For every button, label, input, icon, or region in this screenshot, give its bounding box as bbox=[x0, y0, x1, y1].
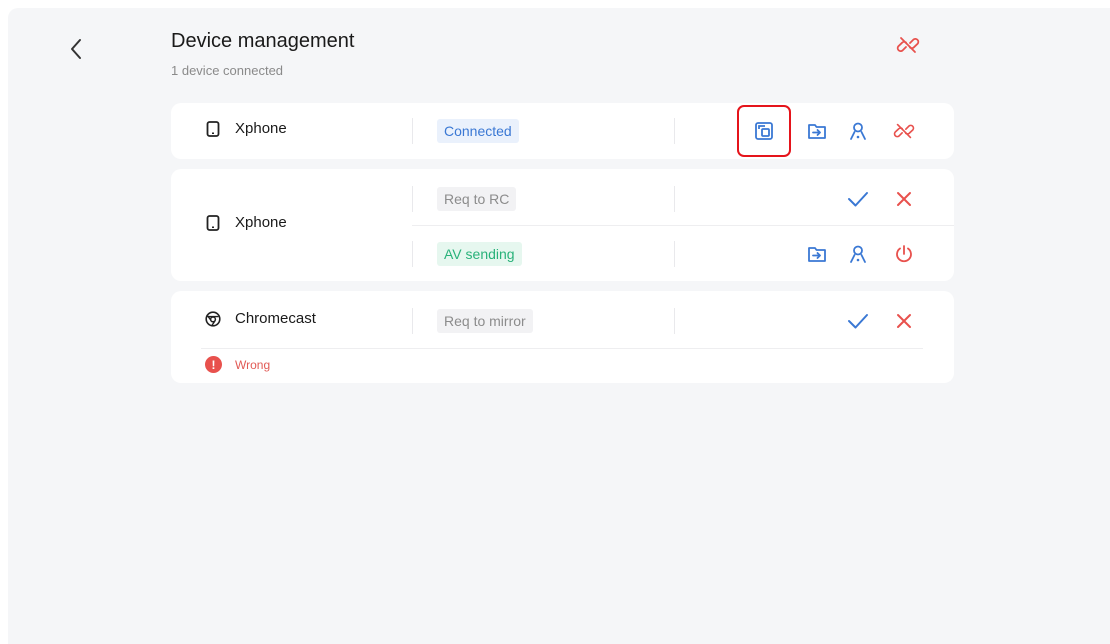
power-button[interactable] bbox=[887, 237, 921, 271]
user-control-icon bbox=[850, 122, 866, 140]
device-label: Xphone bbox=[205, 120, 287, 137]
link-off-icon bbox=[896, 37, 920, 53]
status-badge: AV sending bbox=[437, 242, 522, 266]
device-label: Chromecast bbox=[205, 310, 316, 327]
divider bbox=[412, 241, 413, 267]
chromecast-icon bbox=[205, 310, 221, 327]
device-label: Xphone bbox=[205, 214, 287, 231]
page-title: Device management bbox=[171, 30, 355, 52]
user-control-button[interactable] bbox=[841, 114, 875, 148]
chevron-left-icon bbox=[71, 39, 81, 59]
screen-mirror-button[interactable] bbox=[737, 105, 791, 157]
link-off-icon bbox=[893, 123, 915, 139]
check-icon bbox=[848, 192, 868, 207]
file-transfer-icon bbox=[808, 247, 826, 262]
disconnect-button[interactable] bbox=[887, 114, 921, 148]
divider bbox=[412, 118, 413, 144]
device-name: Chromecast bbox=[235, 310, 316, 327]
file-transfer-button[interactable] bbox=[800, 237, 834, 271]
divider bbox=[674, 186, 675, 212]
device-card: Xphone Req to RC AV sending bbox=[171, 169, 954, 281]
device-name: Xphone bbox=[235, 120, 287, 137]
page-subtitle: 1 device connected bbox=[171, 63, 284, 78]
divider bbox=[674, 308, 675, 334]
screen-mirror-icon bbox=[755, 122, 773, 140]
reject-button[interactable] bbox=[887, 304, 921, 338]
divider bbox=[412, 308, 413, 334]
disconnect-all-button[interactable] bbox=[893, 30, 923, 60]
reject-button[interactable] bbox=[887, 182, 921, 216]
row-divider bbox=[201, 348, 923, 349]
user-control-button[interactable] bbox=[841, 237, 875, 271]
back-button[interactable] bbox=[64, 34, 88, 64]
power-icon bbox=[896, 245, 912, 263]
device-card: Xphone Connected bbox=[171, 103, 954, 159]
check-icon bbox=[848, 314, 868, 329]
error-message: ! Wrong bbox=[205, 356, 270, 373]
divider bbox=[674, 118, 675, 144]
accept-button[interactable] bbox=[841, 304, 875, 338]
status-badge: Req to RC bbox=[437, 187, 517, 211]
alert-icon: ! bbox=[205, 356, 222, 373]
status-badge: Connected bbox=[437, 119, 519, 143]
divider bbox=[412, 186, 413, 212]
phone-icon bbox=[205, 214, 221, 231]
phone-icon bbox=[205, 120, 221, 137]
file-transfer-icon bbox=[808, 124, 826, 139]
status-badge: Req to mirror bbox=[437, 309, 533, 333]
close-icon bbox=[897, 314, 911, 328]
close-icon bbox=[897, 192, 911, 206]
error-text: Wrong bbox=[235, 357, 271, 372]
divider bbox=[674, 241, 675, 267]
accept-button[interactable] bbox=[841, 182, 875, 216]
device-card: Chromecast Req to mirror ! Wrong bbox=[171, 291, 954, 383]
user-control-icon bbox=[850, 245, 866, 263]
device-name: Xphone bbox=[235, 214, 287, 231]
device-management-screen: Device management 1 device connected Xph… bbox=[8, 8, 1110, 644]
file-transfer-button[interactable] bbox=[800, 114, 834, 148]
row-divider bbox=[412, 225, 954, 226]
